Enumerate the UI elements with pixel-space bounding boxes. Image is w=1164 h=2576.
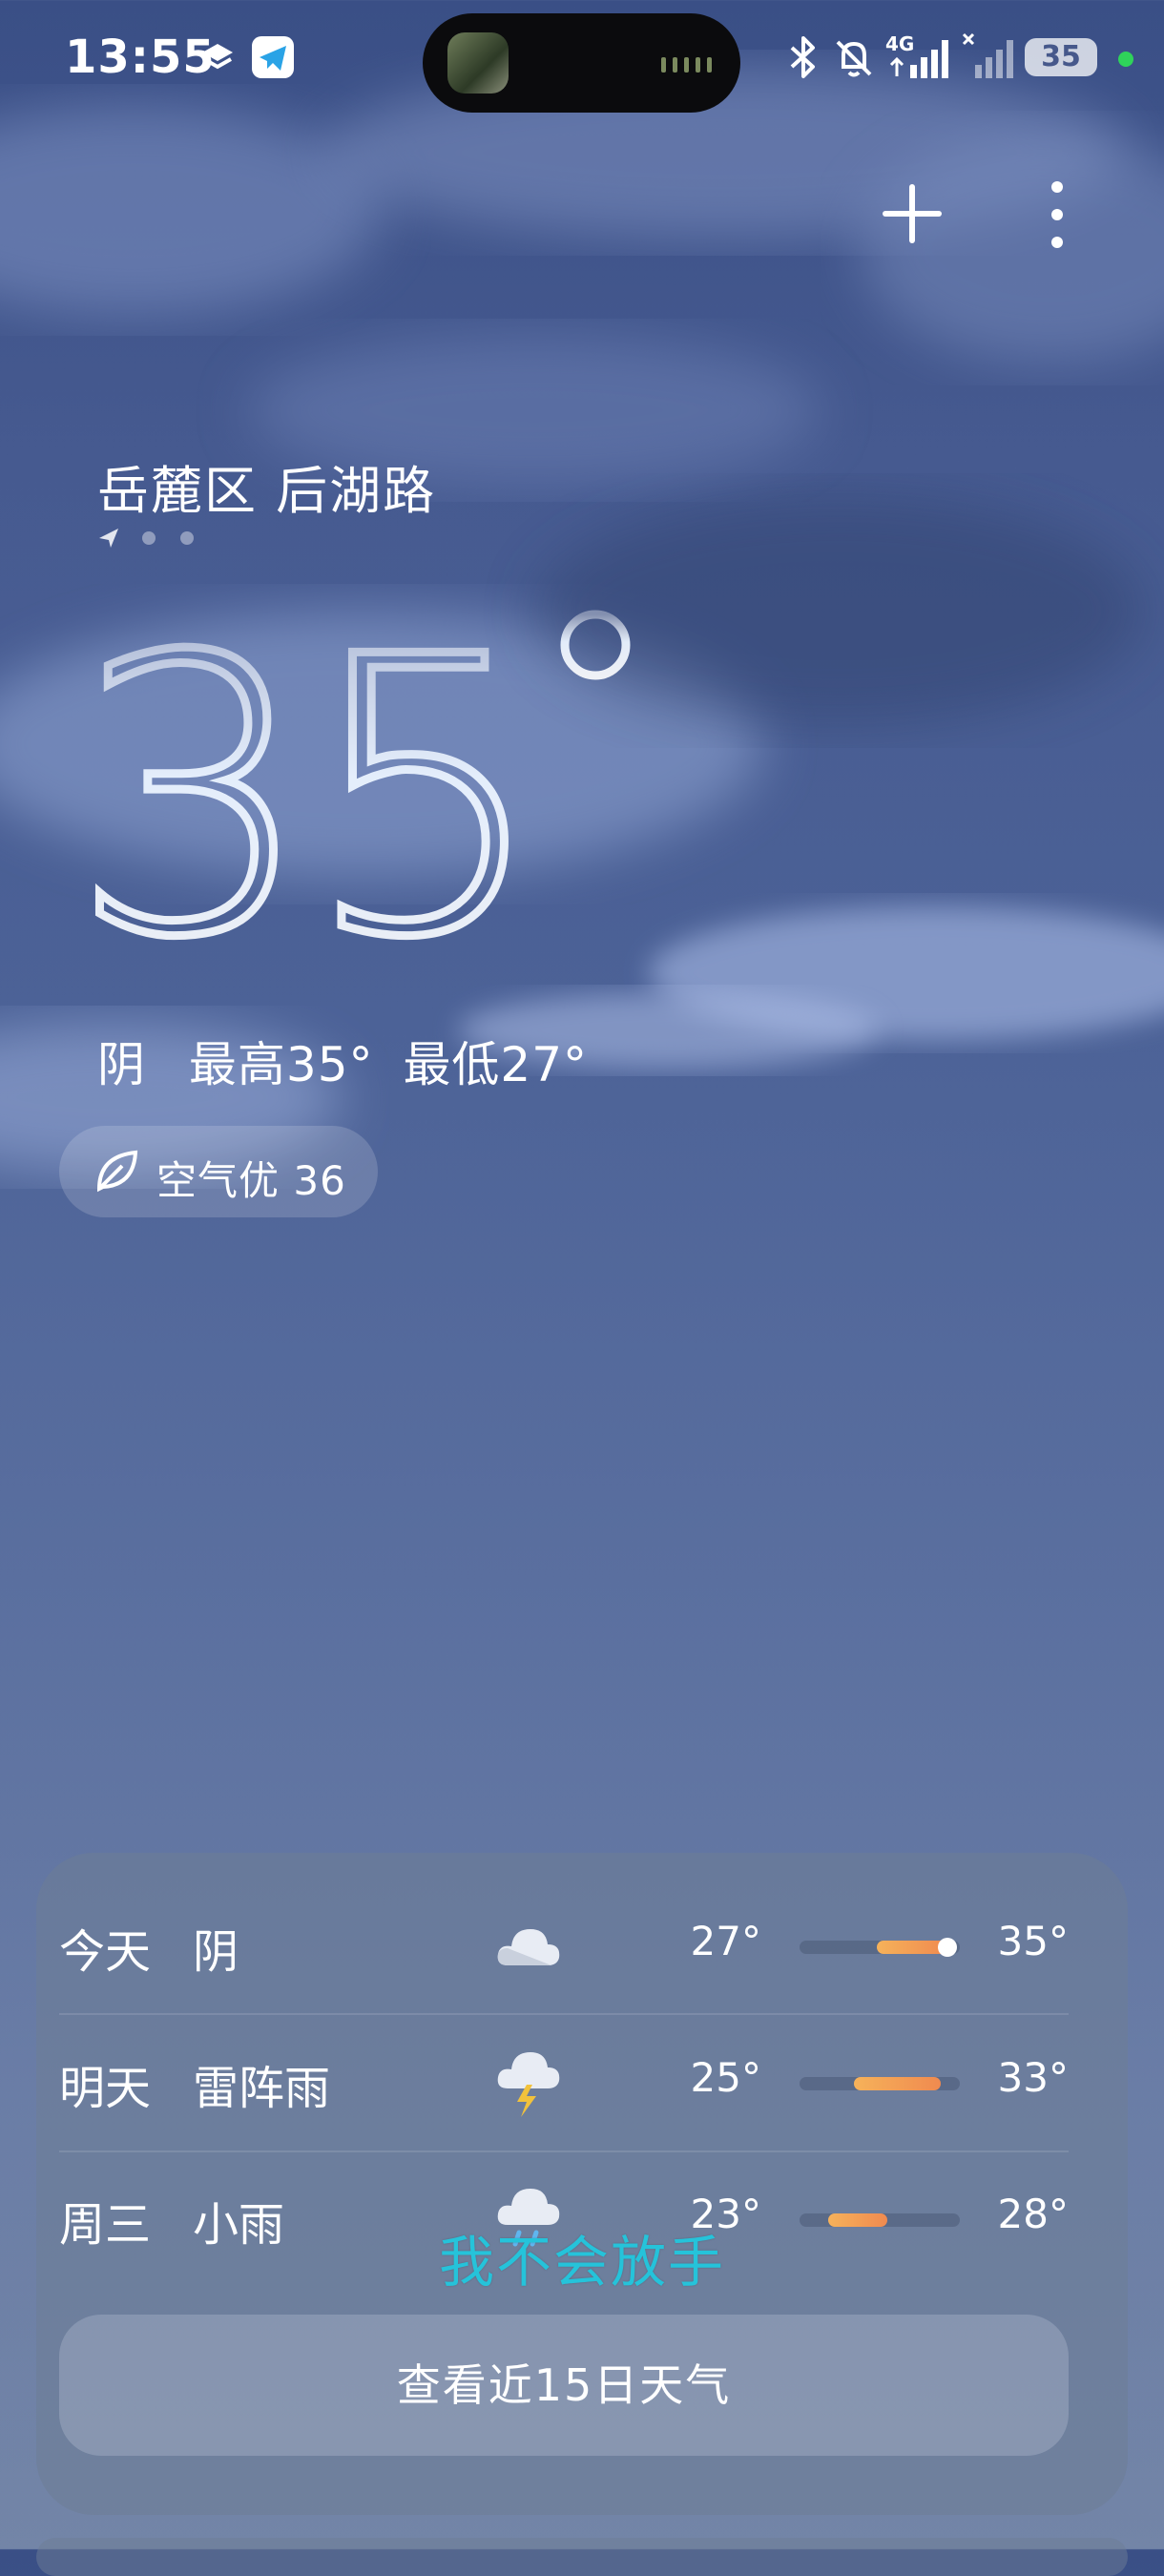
signal-strength-icon	[889, 40, 948, 78]
degree-symbol	[560, 610, 631, 680]
condition-text: 阴	[97, 1037, 146, 1092]
air-quality-chip[interactable]: 空气优 36	[59, 1126, 378, 1217]
high-temp-text: 最高35°	[188, 1037, 374, 1092]
temperature-value: 35	[74, 577, 537, 954]
current-temperature: 35	[67, 572, 685, 1026]
low-temp-text: 最低27°	[403, 1037, 589, 1092]
forecast-low: 25°	[690, 2054, 761, 2101]
cloudy-icon	[497, 1929, 560, 1965]
current-location-arrow-icon	[99, 529, 118, 548]
status-bar: 13:55 4G 35	[0, 0, 1164, 114]
add-city-button[interactable]	[882, 183, 943, 244]
forecast-row-tomorrow[interactable]: 明天 雷阵雨 25° 33°	[59, 2014, 1069, 2150]
next-card-edge	[36, 2538, 1128, 2576]
signal-no-service-icon	[962, 32, 1013, 78]
bluetooth-icon	[790, 36, 815, 78]
forecast-condition: 阴	[193, 1925, 239, 1979]
media-thumbnail	[447, 32, 509, 93]
status-time: 13:55	[65, 31, 216, 84]
weather-summary: 阴 最高35° 最低27°	[97, 1027, 614, 1095]
temp-range-fill	[828, 2213, 888, 2227]
audio-wave-icon	[661, 57, 712, 73]
forecast-high: 28°	[997, 2191, 1069, 2237]
temp-range-bar	[800, 2213, 960, 2227]
temp-range-fill	[876, 1941, 947, 1954]
forecast-row-today[interactable]: 今天 阴 27° 35°	[59, 1878, 1069, 2013]
location-title[interactable]: 岳麓区 后湖路	[97, 448, 436, 524]
forecast-day: 周三	[59, 2198, 152, 2252]
temp-range-bar	[800, 2077, 960, 2090]
forecast-condition: 小雨	[193, 2198, 285, 2252]
temperature-glyph: 35	[67, 573, 631, 1026]
forecast-day: 明天	[59, 2062, 152, 2115]
view-15-day-forecast-button[interactable]: 查看近15日天气	[59, 2315, 1069, 2456]
layers-icon	[202, 44, 233, 70]
privacy-indicator-dot	[1118, 52, 1133, 67]
bell-muted-icon	[836, 40, 872, 77]
forecast-day: 今天	[59, 1925, 152, 1979]
video-caption-overlay: 我不会放手	[439, 2230, 726, 2295]
dynamic-island[interactable]	[423, 13, 740, 113]
city-page-indicator	[99, 529, 194, 548]
telegram-icon	[252, 36, 294, 78]
forecast-high: 35°	[997, 1918, 1069, 1964]
current-temp-marker	[937, 1938, 957, 1957]
thunderstorm-icon	[497, 2052, 560, 2117]
leaf-icon	[96, 1150, 138, 1193]
more-options-button[interactable]	[1040, 172, 1074, 258]
forecast-low: 27°	[690, 1918, 761, 1964]
temp-range-bar	[800, 1938, 960, 1957]
air-quality-text: 空气优 36	[156, 1157, 346, 1204]
forecast-high: 33°	[997, 2054, 1069, 2101]
battery-indicator: 35	[1025, 38, 1097, 76]
forecast-condition: 雷阵雨	[193, 2062, 331, 2115]
temp-range-fill	[854, 2077, 941, 2090]
